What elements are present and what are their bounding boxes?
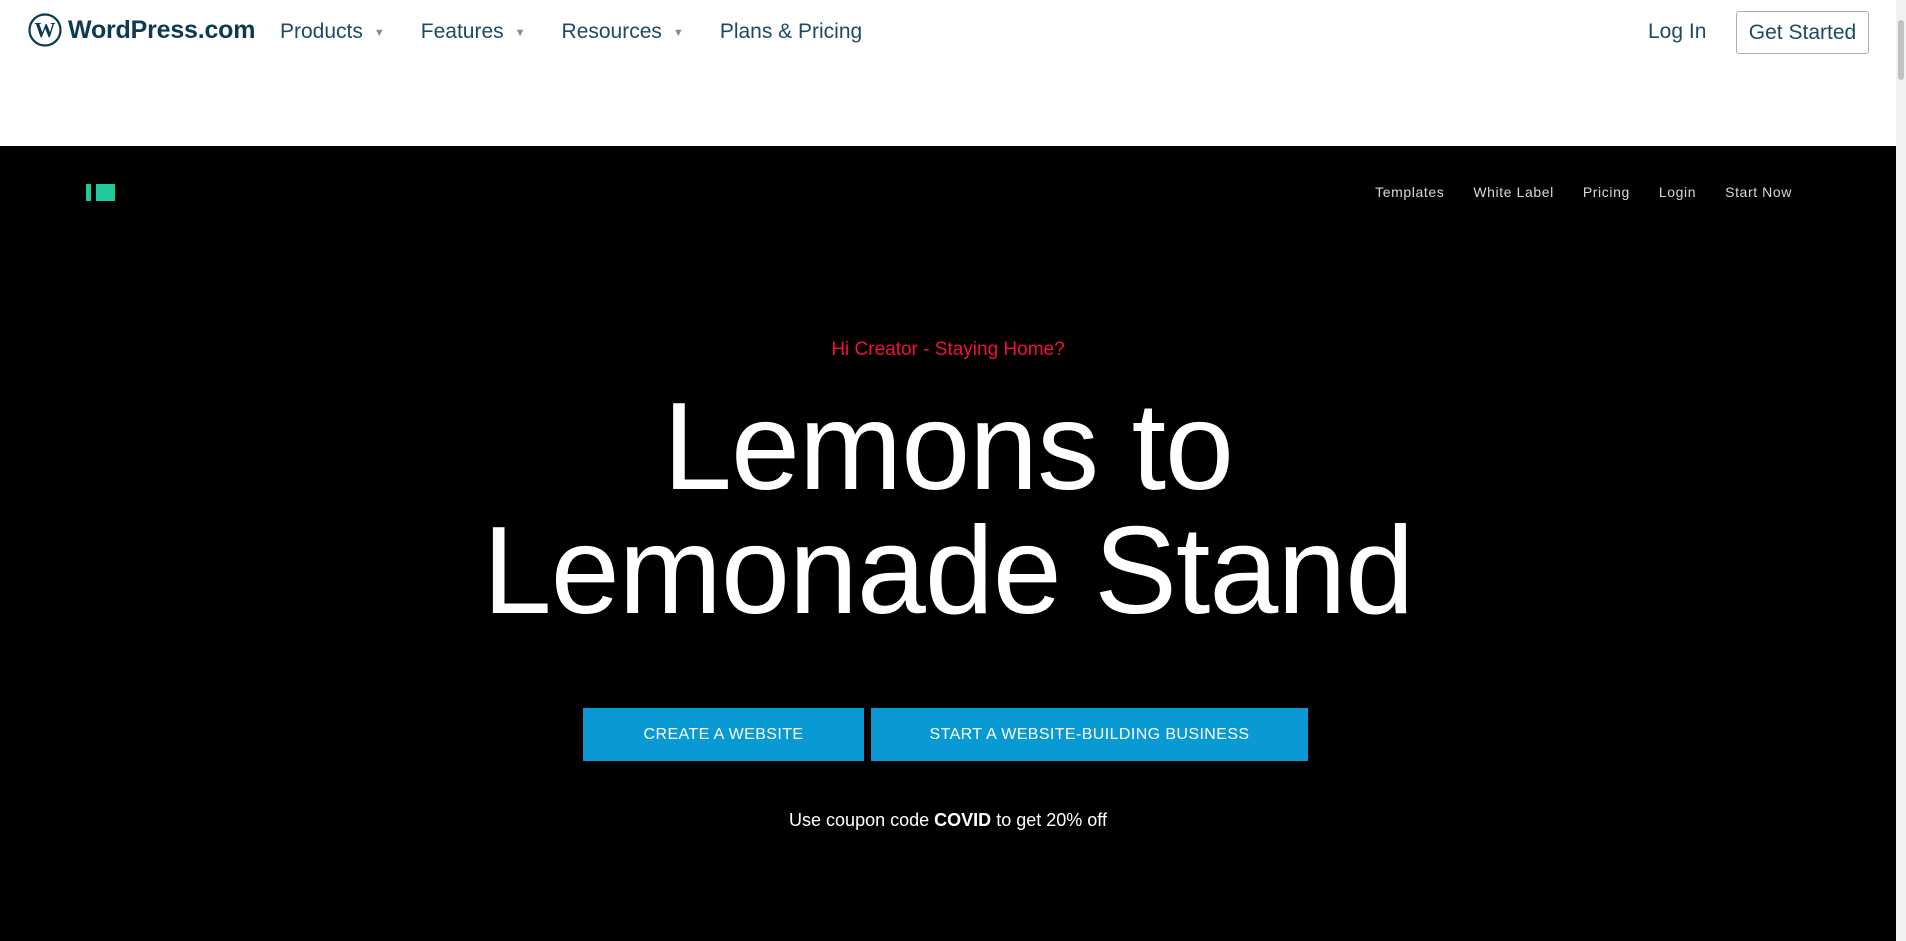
nav-plans-pricing[interactable]: Plans & Pricing	[720, 20, 862, 44]
get-started-button[interactable]: Get Started	[1736, 11, 1869, 54]
chevron-down-icon: ▼	[373, 26, 385, 39]
start-business-button[interactable]: START A WEBSITE-BUILDING BUSINESS	[871, 708, 1308, 761]
nav-resources[interactable]: Resources ▼	[562, 20, 684, 44]
svg-text:W: W	[35, 18, 56, 42]
hero-headline-line-2: Lemonade Stand	[482, 502, 1415, 640]
coupon-note: Use coupon code COVID to get 20% off	[0, 810, 1896, 831]
scrollbar-thumb[interactable]	[1898, 20, 1904, 80]
wordpress-header: W WordPress.com Products ▼ Features ▼ Re…	[0, 0, 1896, 146]
wordpress-logo-link[interactable]: W WordPress.com	[28, 13, 255, 47]
create-website-button[interactable]: CREATE A WEBSITE	[583, 708, 864, 761]
nav-products-label: Products	[280, 20, 363, 43]
hero-nav-templates[interactable]: Templates	[1375, 184, 1444, 200]
hero-nav-login[interactable]: Login	[1659, 184, 1696, 200]
scrollbar-track[interactable]	[1896, 0, 1906, 941]
nav-features-label: Features	[420, 20, 504, 43]
logo-block-shape	[96, 184, 115, 201]
nav-products[interactable]: Products ▼	[280, 20, 385, 44]
brand-name: WordPress.com	[68, 15, 256, 44]
wordpress-logo-icon: W	[28, 13, 62, 47]
hero-nav-white-label[interactable]: White Label	[1473, 184, 1554, 200]
nav-plans-pricing-label: Plans & Pricing	[719, 20, 863, 43]
nav-resources-label: Resources	[561, 20, 662, 43]
logo-bar-shape	[86, 184, 91, 201]
hero-section: Templates White Label Pricing Login Star…	[0, 146, 1896, 941]
main-nav: Products ▼ Features ▼ Resources ▼ Plans …	[280, 20, 898, 44]
hero-nav: Templates White Label Pricing Login Star…	[1346, 184, 1792, 200]
chevron-down-icon: ▼	[514, 26, 526, 39]
hero-tagline: Hi Creator - Staying Home?	[831, 339, 1065, 360]
coupon-code: COVID	[934, 810, 992, 830]
coupon-prefix: Use coupon code	[789, 810, 930, 830]
hero-headline: Lemons to Lemonade Stand	[0, 385, 1896, 633]
site-logo-icon[interactable]	[86, 184, 115, 201]
chevron-down-icon: ▼	[672, 26, 684, 39]
nav-features[interactable]: Features ▼	[421, 20, 526, 44]
hero-headline-line-1: Lemons to	[662, 378, 1234, 516]
hero-nav-start-now[interactable]: Start Now	[1725, 184, 1792, 200]
coupon-suffix: to get 20% off	[996, 810, 1107, 830]
hero-nav-pricing[interactable]: Pricing	[1583, 184, 1630, 200]
login-link[interactable]: Log In	[1648, 20, 1706, 44]
